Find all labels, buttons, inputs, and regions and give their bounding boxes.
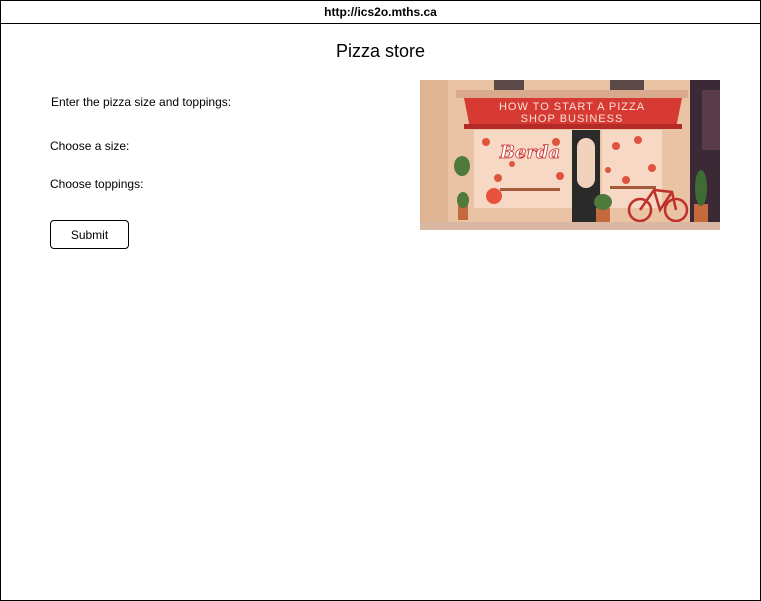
url-text: http://ics2o.mths.ca (324, 5, 437, 19)
pizza-shop-illustration: HOW TO START A PIZZA SHOP BUSINESS Berda (420, 80, 720, 230)
instructions-text: Enter the pizza size and toppings: (51, 95, 232, 109)
pizza-shop-image: HOW TO START A PIZZA SHOP BUSINESS Berda (420, 80, 720, 230)
banner-line2: SHOP BUSINESS (521, 113, 624, 125)
browser-window: http://ics2o.mths.ca Pizza store Enter t… (0, 0, 761, 601)
page-title: Pizza store (335, 41, 426, 61)
shop-sign: Berda (499, 142, 560, 163)
address-bar[interactable]: http://ics2o.mths.ca (1, 1, 760, 24)
size-label: Choose a size: (50, 139, 130, 153)
submit-button[interactable]: Submit (50, 220, 129, 249)
toppings-label: Choose toppings: (50, 177, 144, 191)
banner-line1: HOW TO START A PIZZA (499, 101, 645, 113)
